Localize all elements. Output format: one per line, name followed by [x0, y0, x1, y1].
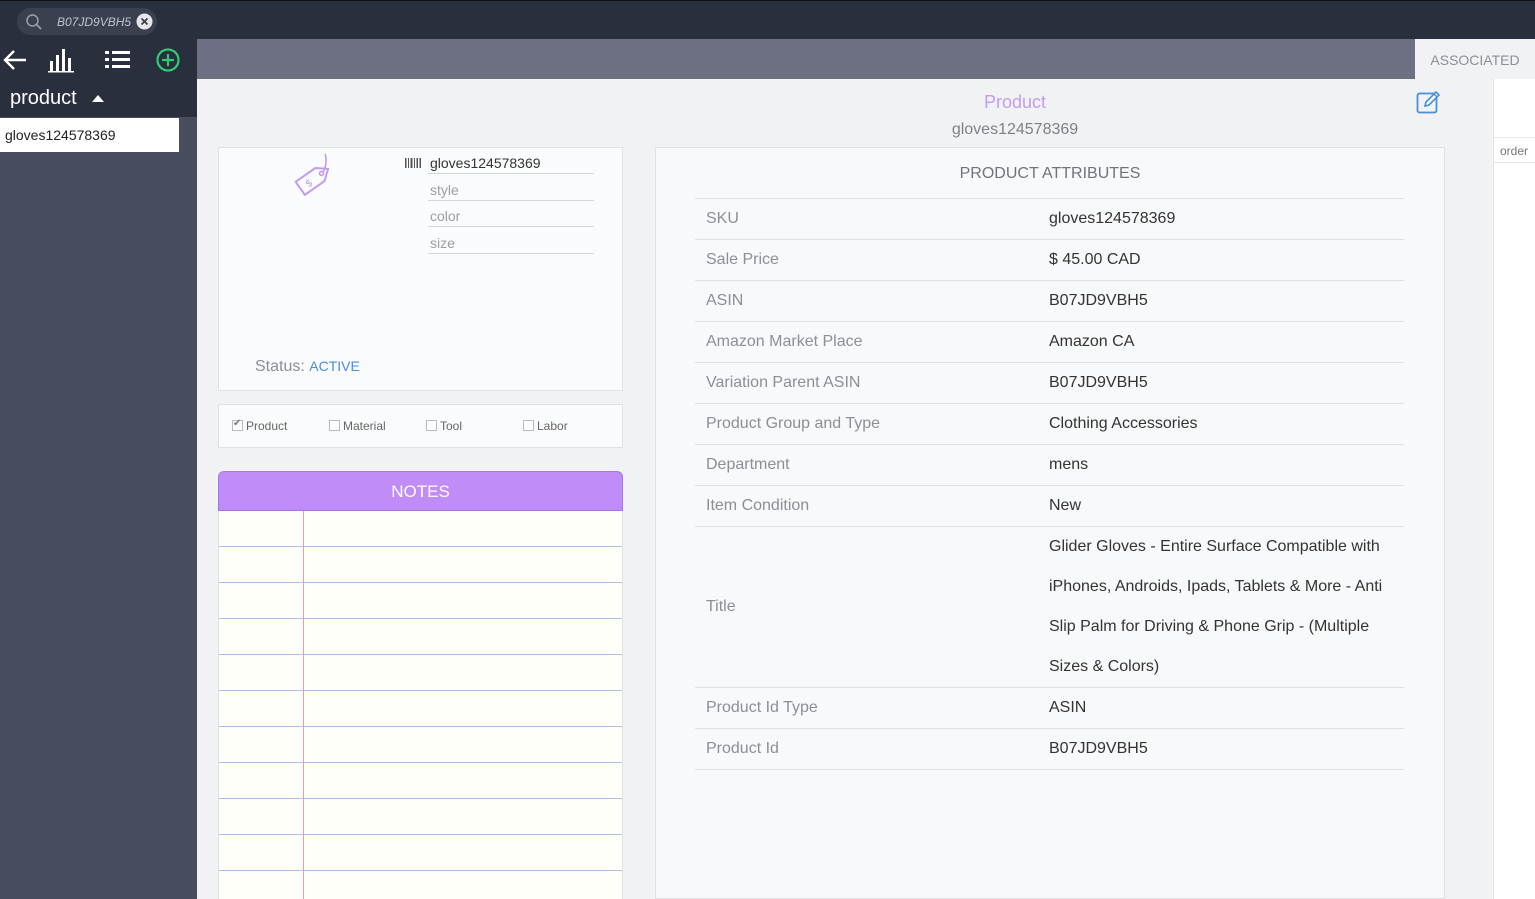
search-box[interactable]	[17, 8, 157, 35]
top-bar	[0, 0, 1535, 39]
table-row: Product Id Type ASIN	[695, 688, 1404, 729]
attributes-title: PRODUCT ATTRIBUTES	[959, 165, 1141, 182]
attr-value: B07JD9VBH5	[1049, 292, 1148, 309]
attr-value: B07JD9VBH5	[1049, 374, 1148, 391]
page-title: Product	[983, 92, 1047, 112]
attr-key: Item Condition	[706, 497, 810, 514]
size-field[interactable]: size	[428, 230, 594, 254]
attr-value: Amazon CA	[1049, 333, 1135, 350]
checkbox-empty-icon[interactable]	[523, 420, 534, 431]
color-field[interactable]: color	[428, 203, 594, 227]
search-icon	[26, 14, 42, 30]
table-row: Department mens	[695, 445, 1404, 486]
edit-icon[interactable]	[1416, 90, 1441, 115]
sidebar-item-gloves[interactable]: gloves124578369	[0, 118, 179, 152]
checkbox-empty-icon[interactable]	[329, 420, 340, 431]
attributes-table: SKU gloves124578369 Sale Price $ 45.00 CAD…	[695, 198, 1404, 770]
table-row: Variation Parent ASIN B07JD9VBH5	[695, 363, 1404, 404]
tab-associated[interactable]: ASSOCIATED	[1415, 39, 1535, 79]
attr-key: Sale Price	[706, 251, 779, 268]
sidebar-section-label: product	[10, 87, 77, 109]
checkbox-label: Material	[343, 419, 386, 433]
attr-key: Amazon Market Place	[706, 333, 863, 350]
attr-value: Glider Gloves - Entire Surface Compatibl…	[1049, 538, 1383, 675]
header-band	[197, 39, 1415, 79]
checkbox-tool[interactable]: Tool	[426, 419, 462, 433]
table-row: Title Glider Gloves - Entire Surface Comp…	[695, 527, 1404, 688]
item-type-options: Product Material Tool Labor	[218, 404, 623, 448]
attr-value: B07JD9VBH5	[1049, 740, 1148, 757]
notes-margin-line	[303, 511, 304, 899]
sidebar: product gloves124578369	[0, 39, 197, 899]
table-row: Item Condition New	[695, 486, 1404, 527]
checkbox-empty-icon[interactable]	[426, 420, 437, 431]
attr-key: Product Id	[706, 740, 779, 757]
table-row: SKU gloves124578369	[695, 199, 1404, 240]
attr-key: ASIN	[706, 292, 744, 309]
order-tab[interactable]: order	[1494, 137, 1535, 163]
table-row: Amazon Market Place Amazon CA	[695, 322, 1404, 363]
checkbox-label: Product	[246, 419, 288, 433]
attr-value: New	[1049, 497, 1082, 514]
attr-value: gloves124578369	[1049, 210, 1176, 227]
status-line: Status: ACTIVE	[255, 358, 360, 376]
associated-panel: order	[1493, 79, 1535, 899]
product-attributes-panel: PRODUCT ATTRIBUTES SKU gloves124578369 Sa…	[655, 147, 1445, 899]
checkbox-product[interactable]: Product	[232, 418, 288, 433]
attr-key: Variation Parent ASIN	[706, 374, 861, 391]
sidebar-section-product[interactable]: product	[0, 79, 197, 117]
attr-value: mens	[1049, 456, 1089, 473]
checkbox-label: Labor	[537, 419, 568, 433]
notes-textarea[interactable]	[218, 511, 623, 899]
search-input[interactable]	[57, 12, 137, 31]
attr-key: Product Id Type	[706, 699, 818, 716]
checkbox-checked-icon[interactable]	[232, 418, 243, 431]
status-label: Status:	[255, 358, 305, 375]
caret-up-icon	[92, 95, 104, 102]
checkbox-labor[interactable]: Labor	[523, 419, 568, 433]
bar-chart-icon[interactable]	[48, 47, 76, 73]
price-tag-icon: $	[294, 153, 330, 196]
notes-header: NOTES	[218, 471, 623, 511]
back-arrow-icon[interactable]	[2, 47, 30, 73]
add-circle-icon[interactable]	[154, 47, 182, 73]
checkbox-label: Tool	[440, 419, 463, 433]
sidebar-toolbar	[0, 39, 197, 79]
attr-key: Department	[706, 456, 790, 473]
attr-value: $ 45.00 CAD	[1049, 251, 1141, 268]
checkbox-material[interactable]: Material	[329, 419, 386, 433]
table-row: ASIN B07JD9VBH5	[695, 281, 1404, 322]
table-row: Product Id B07JD9VBH5	[695, 729, 1404, 770]
attr-value: ASIN	[1049, 699, 1087, 716]
attr-key: Product Group and Type	[706, 415, 881, 432]
sku-field[interactable]: gloves124578369	[428, 150, 594, 174]
style-field[interactable]: style	[428, 177, 594, 201]
attr-value: Clothing Accessories	[1049, 415, 1198, 432]
product-card: $ gloves124578369 style color size Statu…	[218, 147, 623, 391]
clear-search-icon[interactable]	[136, 13, 153, 30]
list-icon[interactable]	[104, 47, 132, 73]
attr-key: SKU	[706, 210, 739, 227]
table-row: Product Group and Type Clothing Accessori…	[695, 404, 1404, 445]
status-badge: ACTIVE	[309, 358, 360, 374]
table-row: Sale Price $ 45.00 CAD	[695, 240, 1404, 281]
barcode-icon	[405, 158, 421, 168]
page-subtitle: gloves124578369	[951, 121, 1079, 138]
attr-key: Title	[706, 598, 736, 615]
